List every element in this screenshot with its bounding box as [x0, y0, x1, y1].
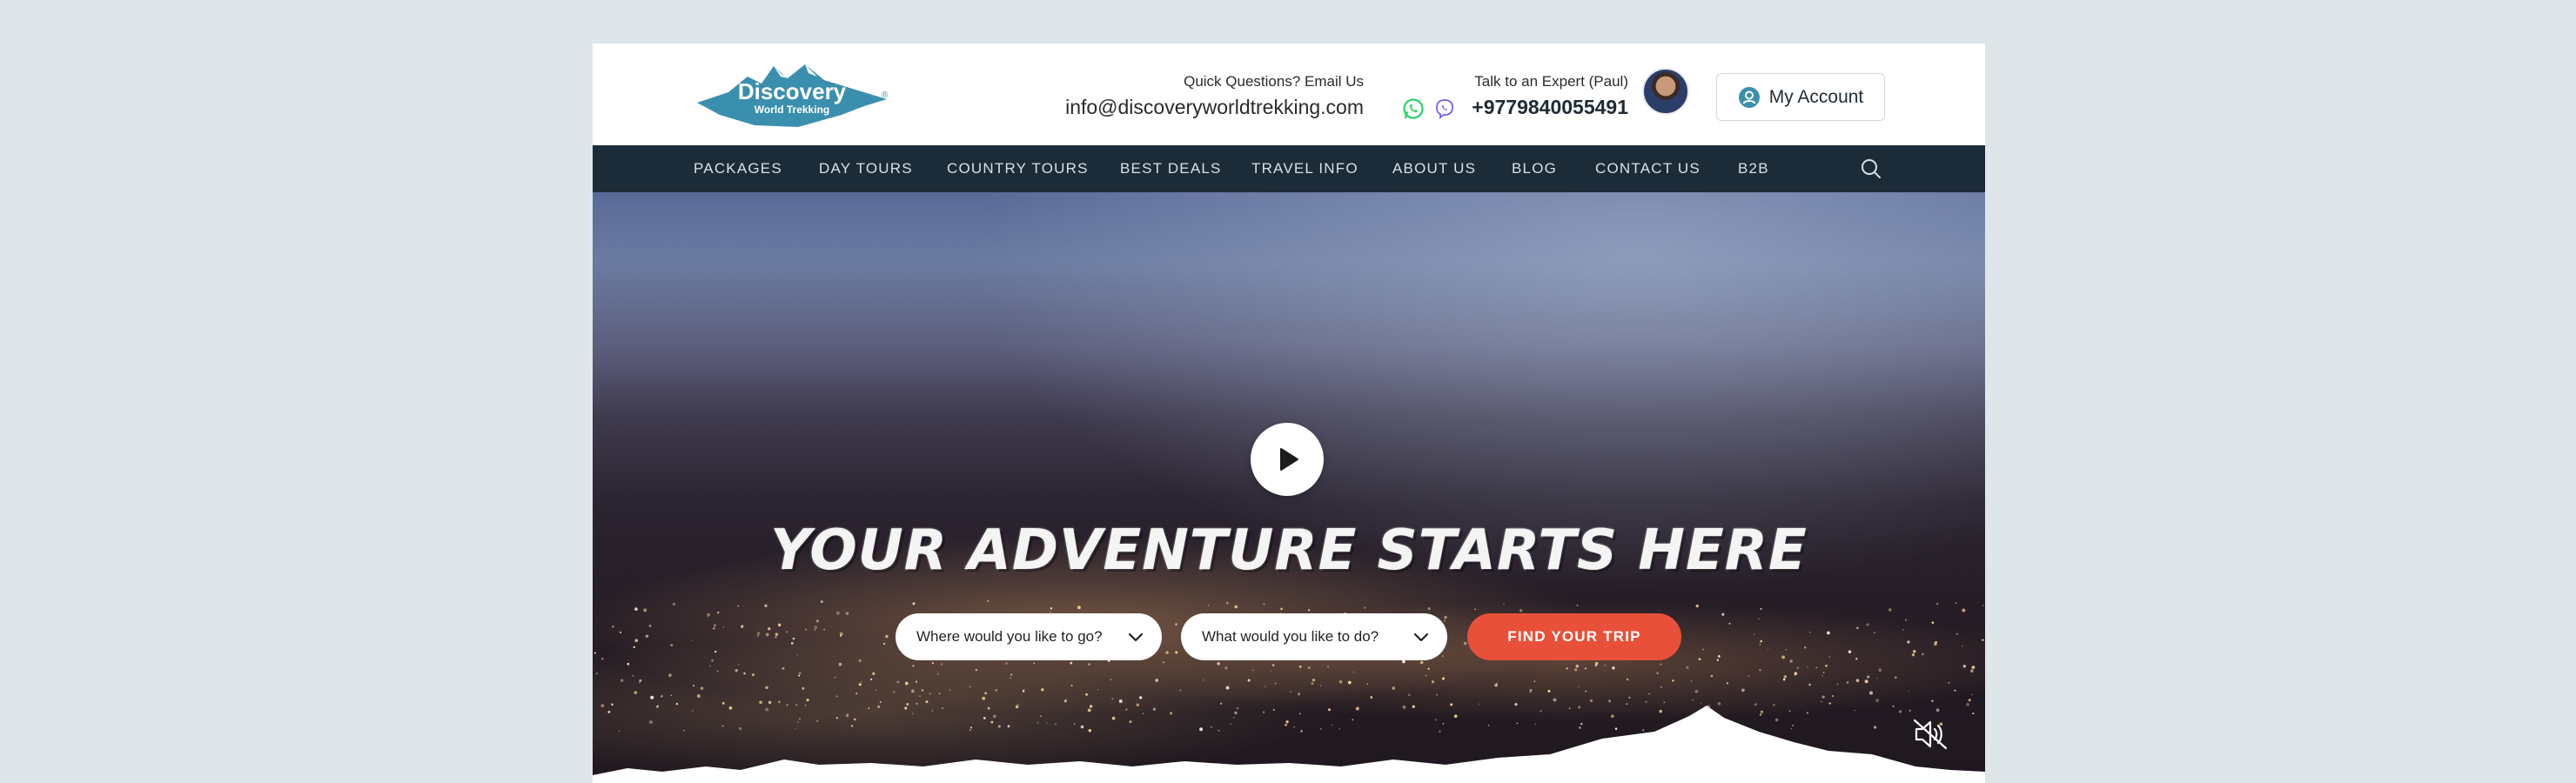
- find-your-trip-button[interactable]: FIND YOUR TRIP: [1467, 613, 1681, 660]
- nav-item-blog[interactable]: BLOG: [1512, 145, 1557, 192]
- page-frame: Discovery World Trekking ® Quick Questio…: [593, 44, 1985, 783]
- nav-item-packages[interactable]: PACKAGES: [694, 145, 782, 192]
- my-account-label: My Account: [1768, 86, 1864, 107]
- activity-select-label: What would you like to do?: [1202, 628, 1379, 645]
- main-nav: PACKAGES DAY TOURS COUNTRY TOURS BEST DE…: [593, 145, 1985, 192]
- nav-item-best-deals[interactable]: BEST DEALS: [1120, 145, 1222, 192]
- nav-item-day-tours[interactable]: DAY TOURS: [819, 145, 913, 192]
- chevron-down-icon: [1413, 632, 1429, 642]
- user-circle-icon: [1738, 86, 1760, 108]
- my-account-button[interactable]: My Account: [1716, 73, 1885, 121]
- nav-item-travel-info[interactable]: TRAVEL INFO: [1251, 145, 1358, 192]
- nav-item-b2b[interactable]: B2B: [1738, 145, 1769, 192]
- site-header: Discovery World Trekking ® Quick Questio…: [593, 44, 1985, 145]
- search-icon[interactable]: [1860, 157, 1882, 180]
- chevron-down-icon: [1128, 632, 1144, 642]
- nav-item-about-us[interactable]: ABOUT US: [1392, 145, 1476, 192]
- email-label: Quick Questions? Email Us: [1184, 73, 1364, 90]
- logo-text: Discovery: [738, 78, 847, 104]
- play-video-button[interactable]: [1251, 423, 1324, 496]
- hero-headline: YOUR ADVENTURE STARTS HERE: [770, 519, 1808, 583]
- destination-select[interactable]: Where would you like to go?: [896, 613, 1162, 660]
- email-link[interactable]: info@discoveryworldtrekking.com: [1065, 96, 1364, 119]
- email-contact: Quick Questions? Email Us info@discovery…: [1065, 73, 1364, 119]
- hero-banner: YOUR ADVENTURE STARTS HERE Where would y…: [593, 192, 1985, 783]
- phone-number[interactable]: +9779840055491: [1472, 96, 1628, 119]
- registered-mark: ®: [882, 90, 889, 100]
- logo-subtext: World Trekking: [755, 104, 829, 116]
- expert-avatar: [1642, 68, 1689, 115]
- whatsapp-icon[interactable]: [1402, 97, 1425, 120]
- expert-contact: Talk to an Expert (Paul) +9779840055491: [1402, 68, 1689, 124]
- play-icon: [1280, 448, 1298, 471]
- destination-select-label: Where would you like to go?: [916, 628, 1103, 645]
- viber-icon[interactable]: [1433, 97, 1456, 120]
- nav-item-contact-us[interactable]: CONTACT US: [1595, 145, 1701, 192]
- mountain-silhouette: [593, 706, 1985, 783]
- nav-item-country-tours[interactable]: COUNTRY TOURS: [947, 145, 1089, 192]
- expert-label: Talk to an Expert (Paul): [1474, 73, 1628, 90]
- logo[interactable]: Discovery World Trekking ®: [694, 61, 890, 130]
- activity-select[interactable]: What would you like to do?: [1181, 613, 1447, 660]
